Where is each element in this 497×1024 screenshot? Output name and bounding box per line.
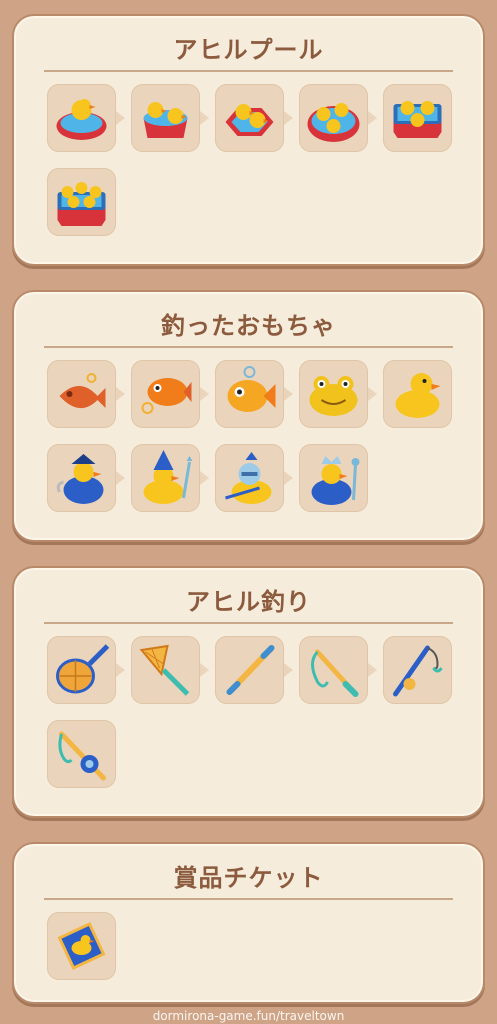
- divider: [44, 346, 453, 348]
- section-title: 賞品チケット: [173, 864, 324, 892]
- item-slot[interactable]: [131, 84, 209, 152]
- item-slot[interactable]: [383, 636, 452, 704]
- item-slot[interactable]: [47, 168, 116, 236]
- item-slot[interactable]: [131, 636, 209, 704]
- fishing-net-round-icon: [56, 644, 110, 694]
- item-slot[interactable]: [383, 84, 452, 152]
- item-slot[interactable]: [215, 636, 293, 704]
- toy-goldfish-icon: [227, 366, 276, 412]
- watermark: dormirona-game.fun/traveltown: [152, 1009, 345, 1023]
- rubber-duck-icon: [395, 373, 441, 418]
- divider: [44, 70, 453, 72]
- item-slot[interactable]: [47, 360, 125, 428]
- divider: [44, 898, 453, 900]
- item-slot[interactable]: [47, 444, 125, 512]
- toy-fish-keyring-icon: [141, 378, 192, 414]
- duck-pool-large-icon: [57, 182, 106, 226]
- panel-duck-fishing: アヒル釣り: [12, 566, 485, 818]
- duck-pool-square-icon: [393, 101, 442, 138]
- section-title: アヒル釣り: [186, 588, 311, 616]
- stick-icon: [226, 645, 275, 695]
- toy-fish-orange-icon: [59, 373, 106, 409]
- item-slot[interactable]: [131, 444, 209, 512]
- item-slot[interactable]: [299, 360, 377, 428]
- panel-prize-ticket: 賞品チケット: [12, 842, 485, 1004]
- item-slot[interactable]: [383, 360, 452, 428]
- item-slot[interactable]: [47, 636, 125, 704]
- toy-frog-icon: [309, 376, 358, 416]
- duck-pool-round-icon: [56, 99, 107, 140]
- item-slot[interactable]: [215, 360, 293, 428]
- item-slot[interactable]: [299, 636, 377, 704]
- divider: [44, 622, 453, 624]
- item-slot[interactable]: [215, 84, 293, 152]
- wizard-duck-icon: [143, 450, 193, 504]
- duck-ticket-icon: [57, 922, 106, 970]
- fishing-rod-reel-icon: [58, 731, 106, 781]
- duck-pool-blue-round-icon: [307, 103, 360, 142]
- fishing-rod-icon: [393, 645, 443, 697]
- item-slot[interactable]: [47, 84, 125, 152]
- item-slot[interactable]: [215, 444, 293, 512]
- duck-pool-hexagon-icon: [225, 104, 274, 136]
- item-slot[interactable]: [299, 444, 368, 512]
- knight-duck-icon: [225, 452, 272, 504]
- panel-duck-pool: アヒルプール: [12, 14, 485, 266]
- item-slot[interactable]: [47, 912, 116, 980]
- section-title: アヒルプール: [173, 36, 324, 64]
- fishing-net-mesh-icon: [139, 644, 190, 696]
- king-duck-icon: [311, 456, 360, 505]
- panel-caught-toys: 釣ったおもちゃ: [12, 290, 485, 542]
- item-slot[interactable]: [131, 360, 209, 428]
- item-slot[interactable]: [47, 720, 116, 788]
- hook-rod-icon: [311, 649, 359, 697]
- item-slot[interactable]: [299, 84, 377, 152]
- pirate-duck-icon: [56, 454, 104, 504]
- duck-pool-red-icon: [143, 102, 188, 138]
- section-title: 釣ったおもちゃ: [161, 312, 336, 340]
